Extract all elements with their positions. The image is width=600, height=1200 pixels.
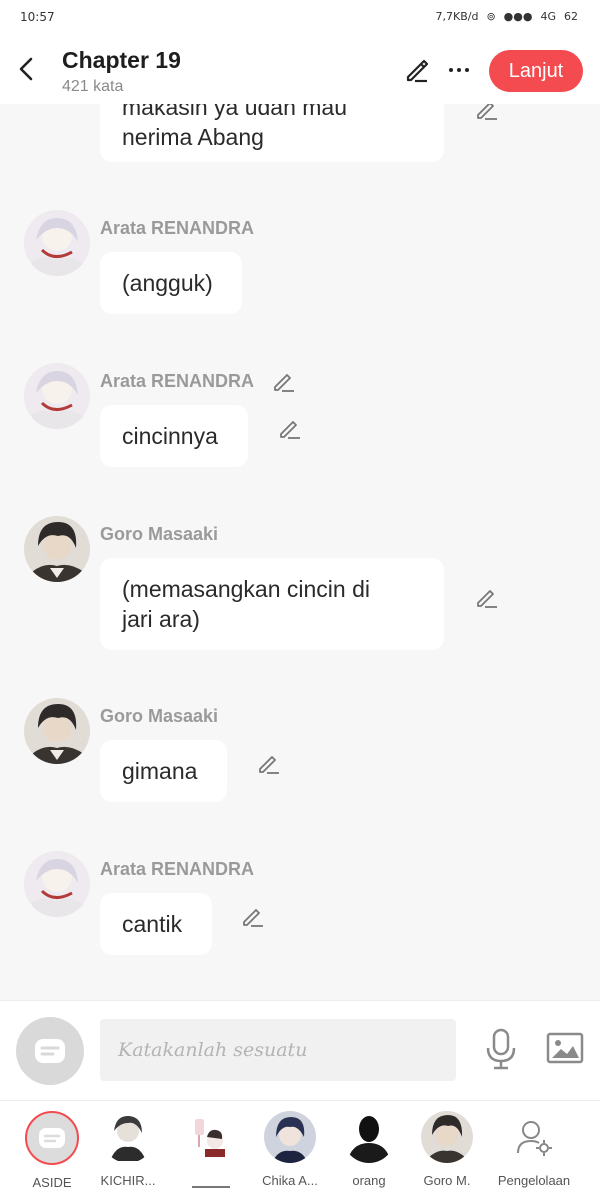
character-kichir[interactable]: KICHIR... bbox=[89, 1111, 167, 1188]
manage-characters-button[interactable]: Pengelolaan bbox=[495, 1111, 573, 1188]
avatar[interactable] bbox=[24, 210, 90, 276]
avatar-arata bbox=[24, 363, 90, 429]
avatar bbox=[185, 1111, 237, 1163]
character-name: Goro M. bbox=[423, 1173, 471, 1188]
image-icon bbox=[546, 1032, 584, 1064]
avatar[interactable] bbox=[24, 851, 90, 917]
word-count: 421 kata bbox=[62, 78, 124, 95]
status-bar: 10:57 7,7KB/d ⊚ ●●● 4G 62 bbox=[0, 0, 600, 36]
avatar bbox=[343, 1111, 395, 1163]
avatar-goro bbox=[24, 698, 90, 764]
character-name: Chika A... bbox=[262, 1173, 318, 1188]
avatar-arata bbox=[24, 210, 90, 276]
character-name: ASIDE bbox=[32, 1175, 72, 1190]
status-time: 10:57 bbox=[20, 10, 55, 24]
avatar[interactable] bbox=[24, 363, 90, 429]
character-chika[interactable]: Chika A... bbox=[251, 1111, 329, 1188]
character-name: orang bbox=[352, 1173, 386, 1188]
message-author: Arata RENANDRA bbox=[100, 218, 255, 238]
pencil-icon[interactable] bbox=[240, 903, 266, 929]
avatar bbox=[102, 1111, 154, 1163]
manage-avatar bbox=[508, 1111, 560, 1163]
next-button[interactable]: Lanjut bbox=[489, 50, 583, 92]
pencil-icon[interactable] bbox=[474, 584, 500, 610]
character-orang[interactable]: orang bbox=[330, 1111, 408, 1188]
character-bar: ASIDE KICHIR... Chika A... orang Goro M. bbox=[0, 1100, 600, 1200]
character-name: KICHIR... bbox=[100, 1173, 156, 1188]
chapter-title: Chapter 19 bbox=[62, 47, 181, 73]
message-bubble[interactable]: (angguk) bbox=[100, 252, 242, 314]
character-underline bbox=[192, 1186, 230, 1188]
chat-bubble-icon bbox=[39, 1128, 65, 1148]
microphone-icon bbox=[486, 1028, 516, 1070]
chat-bubble-icon bbox=[35, 1039, 65, 1063]
avatar-goro bbox=[24, 516, 90, 582]
character-unnamed[interactable] bbox=[172, 1111, 250, 1173]
pencil-icon[interactable] bbox=[277, 415, 303, 441]
message-author: Arata RENANDRA bbox=[100, 859, 255, 879]
hotspot-icon: ⊚ bbox=[486, 10, 496, 23]
pencil-icon[interactable] bbox=[474, 104, 500, 122]
character-aside[interactable]: ASIDE bbox=[13, 1111, 91, 1190]
avatar[interactable] bbox=[24, 516, 90, 582]
message-bubble[interactable]: (memasangkan cincin di jari ara) bbox=[100, 558, 444, 650]
message-bubble[interactable]: makasih ya udah mau nerima Abang bbox=[100, 104, 444, 162]
image-upload-button[interactable] bbox=[546, 1031, 584, 1065]
user-settings-icon bbox=[517, 1121, 552, 1156]
message-author: Goro Masaaki bbox=[100, 524, 219, 544]
battery-level: 62 bbox=[564, 10, 578, 23]
pencil-icon bbox=[406, 59, 429, 83]
more-options-button[interactable] bbox=[446, 58, 472, 82]
signal-icon: ●●● bbox=[503, 10, 533, 23]
more-dots-icon bbox=[449, 68, 453, 72]
message-bubble[interactable]: cantik bbox=[100, 893, 212, 955]
message-author: Goro Masaaki bbox=[100, 706, 219, 726]
message-author: Arata RENANDRA bbox=[100, 371, 255, 391]
microphone-button[interactable] bbox=[484, 1027, 518, 1071]
chapter-header: Chapter 19 421 kata Lanjut bbox=[0, 36, 600, 104]
message-bubble[interactable]: gimana bbox=[100, 740, 227, 802]
status-icons: 7,7KB/d ⊚ ●●● 4G 62 bbox=[436, 10, 579, 23]
avatar bbox=[421, 1111, 473, 1163]
aside-avatar bbox=[25, 1111, 79, 1165]
avatar bbox=[264, 1111, 316, 1163]
back-button[interactable] bbox=[14, 54, 38, 84]
edit-chapter-button[interactable] bbox=[403, 56, 431, 84]
aside-toggle-button[interactable] bbox=[16, 1017, 84, 1085]
character-goro[interactable]: Goro M. bbox=[408, 1111, 486, 1188]
chat-area[interactable]: makasih ya udah mau nerima Abang Arata R… bbox=[0, 104, 600, 1000]
chevron-left-icon bbox=[19, 57, 33, 81]
message-input[interactable] bbox=[100, 1019, 456, 1081]
message-bubble[interactable]: cincinnya bbox=[100, 405, 248, 467]
message-composer bbox=[0, 1000, 600, 1100]
net-speed: 7,7KB/d bbox=[435, 10, 479, 23]
pencil-icon[interactable] bbox=[256, 750, 282, 776]
avatar[interactable] bbox=[24, 698, 90, 764]
avatar-arata bbox=[24, 851, 90, 917]
network-type: 4G bbox=[540, 10, 556, 23]
character-name: Pengelolaan bbox=[497, 1173, 571, 1188]
pencil-icon[interactable] bbox=[271, 368, 297, 394]
